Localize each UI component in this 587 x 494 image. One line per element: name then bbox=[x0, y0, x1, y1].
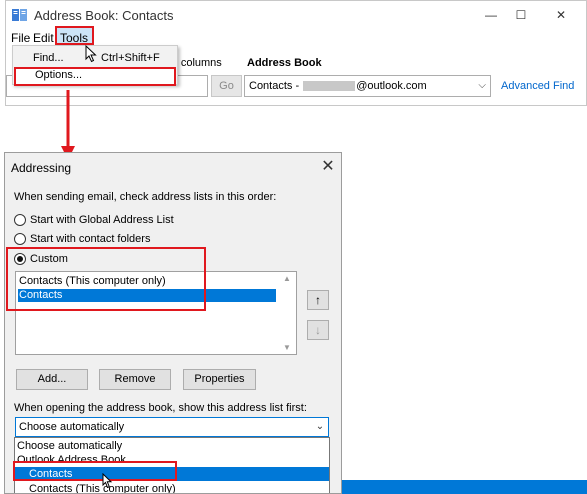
find-shortcut: Ctrl+Shift+F bbox=[101, 52, 160, 64]
scroll-up-icon[interactable]: ▲ bbox=[283, 274, 291, 283]
address-book-label: Address Book bbox=[247, 57, 322, 69]
chevron-down-icon[interactable]: ⌄ bbox=[311, 418, 328, 436]
menu-file[interactable]: File bbox=[11, 31, 30, 45]
address-book-value-prefix: Contacts - bbox=[249, 80, 300, 92]
mouse-cursor-icon bbox=[85, 45, 97, 63]
addressing-dialog: Addressing ✕ When sending email, check a… bbox=[4, 152, 342, 494]
list-scrollbar[interactable]: ▲ ▼ bbox=[280, 272, 296, 354]
maximize-button[interactable]: ☐ bbox=[506, 5, 536, 25]
option-contacts-this-computer[interactable]: Contacts (This computer only) bbox=[15, 482, 329, 493]
menu-item-find[interactable]: Find... bbox=[33, 52, 64, 64]
move-down-button[interactable]: ↓ bbox=[307, 320, 329, 340]
menu-item-options[interactable]: Options... bbox=[35, 69, 82, 81]
minimize-button[interactable]: — bbox=[476, 5, 506, 25]
sending-order-label: When sending email, check address lists … bbox=[14, 191, 277, 203]
address-book-icon bbox=[12, 9, 27, 21]
option-choose-automatically[interactable]: Choose automatically bbox=[15, 439, 329, 453]
address-book-value-suffix: @outlook.com bbox=[356, 80, 427, 92]
remove-button[interactable]: Remove bbox=[99, 369, 171, 390]
radio-circle-icon bbox=[14, 233, 26, 245]
address-book-select[interactable]: Contacts - @outlook.com ⌵ bbox=[244, 75, 491, 97]
menu-edit[interactable]: Edit bbox=[33, 31, 54, 45]
radio-circle-icon bbox=[14, 214, 26, 226]
go-button[interactable]: Go bbox=[211, 75, 242, 97]
chevron-down-icon: ⌵ bbox=[478, 80, 486, 91]
address-book-window: Address Book: Contacts — ☐ ✕ File Edit T… bbox=[5, 0, 587, 106]
move-up-button[interactable]: ↑ bbox=[307, 290, 329, 310]
menu-tools[interactable]: Tools bbox=[60, 31, 88, 45]
scroll-down-icon[interactable]: ▼ bbox=[283, 343, 291, 352]
open-first-value: Choose automatically bbox=[19, 421, 125, 433]
window-title: Address Book: Contacts bbox=[34, 8, 174, 23]
background-strip bbox=[342, 480, 587, 494]
custom-annotation bbox=[6, 247, 206, 311]
redacted-email bbox=[303, 81, 356, 92]
add-button[interactable]: Add... bbox=[16, 369, 88, 390]
open-first-label: When opening the address book, show this… bbox=[14, 402, 307, 414]
dialog-title: Addressing bbox=[11, 161, 72, 175]
contacts-option-annotation bbox=[13, 461, 177, 481]
properties-button[interactable]: Properties bbox=[183, 369, 256, 390]
close-button[interactable]: ✕ bbox=[546, 5, 576, 25]
title-bar: Address Book: Contacts — ☐ ✕ bbox=[6, 1, 586, 29]
mouse-cursor-icon bbox=[102, 473, 113, 489]
open-first-select[interactable]: Choose automatically ⌄ bbox=[15, 417, 329, 437]
dialog-close-icon[interactable]: ✕ bbox=[317, 156, 339, 178]
advanced-find-link[interactable]: Advanced Find bbox=[501, 80, 574, 92]
